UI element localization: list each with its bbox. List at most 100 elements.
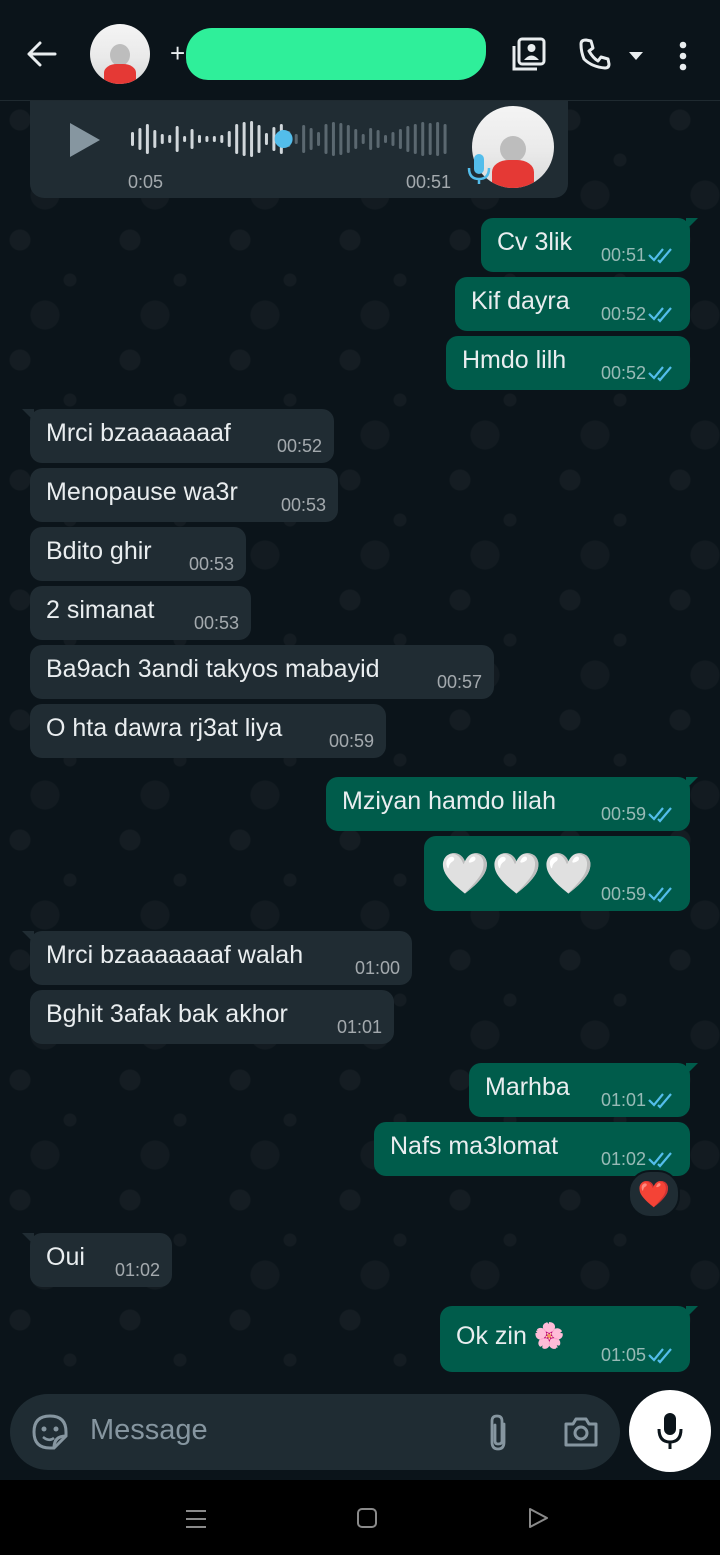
waveform-bar [153, 130, 157, 148]
message-bubble-incoming[interactable]: Bdito ghir 00:53 [30, 527, 246, 581]
message-bubble-outgoing[interactable]: Kif dayra 00:52 [455, 277, 690, 331]
waveform-bar [183, 136, 187, 142]
message-time: 00:53 [193, 613, 239, 633]
message-bubble-incoming[interactable]: Oui 01:02 [22, 1233, 172, 1287]
recents-icon[interactable] [184, 1508, 208, 1530]
contact-card-icon[interactable] [508, 34, 550, 74]
contact-avatar[interactable] [90, 24, 150, 84]
message-bubble-outgoing[interactable]: 🤍🤍🤍 00:59 [424, 836, 690, 911]
waveform-bar [398, 129, 402, 149]
waveform-bar [160, 134, 164, 144]
waveform-bar [294, 134, 298, 144]
message-time: 00:53 [280, 495, 326, 515]
back-triangle-icon[interactable] [526, 1506, 550, 1530]
voice-message-bubble[interactable]: 0:05 00:51 [30, 100, 568, 198]
message-time: 00:52 [600, 304, 646, 324]
message-bubble-outgoing[interactable]: Hmdo lilh 00:52 [446, 336, 690, 390]
waveform-bar [391, 132, 395, 146]
waveform-bar [168, 135, 172, 143]
message-bubble-outgoing[interactable]: Mziyan hamdo lilah 00:59 [326, 777, 698, 831]
home-icon[interactable] [356, 1507, 378, 1529]
message-time: 00:59 [328, 731, 374, 751]
message-time: 00:52 [276, 436, 322, 456]
waveform-bar [384, 135, 388, 143]
message-text: Marhba [485, 1073, 570, 1101]
waveform-bar [302, 125, 306, 153]
paperclip-icon[interactable] [482, 1412, 514, 1452]
message-text: Hmdo lilh [462, 346, 567, 374]
phone-prefix: + [170, 38, 186, 68]
waveform-bar [428, 123, 432, 155]
message-bubble-outgoing[interactable]: Ok zin 🌸 01:05 [440, 1306, 698, 1372]
message-text: Cv 3lik [497, 228, 573, 256]
waveform-bar [331, 122, 335, 156]
waveform-bar [421, 122, 425, 156]
waveform-bar [250, 121, 254, 157]
message-bubble-incoming[interactable]: Menopause wa3r 00:53 [30, 468, 338, 522]
playback-scrubber[interactable] [274, 130, 293, 148]
back-arrow-icon[interactable] [20, 32, 64, 76]
message-bubble-incoming[interactable]: Mrci bzaaaaaaaf 00:52 [22, 409, 334, 463]
waveform-bar [406, 126, 410, 152]
waveform-bar [190, 129, 194, 149]
waveform-bar [354, 129, 358, 149]
message-time: 01:02 [114, 1260, 160, 1280]
waveform-bar [257, 125, 261, 153]
message-input[interactable]: Message [90, 1414, 208, 1447]
message-time: 00:57 [436, 672, 482, 692]
message-time: 01:02 [600, 1149, 646, 1169]
voice-record-button[interactable] [629, 1390, 711, 1472]
message-bubble-incoming[interactable]: 2 simanat 00:53 [30, 586, 251, 640]
waveform-bar [145, 124, 149, 154]
read-receipt-icon [648, 1093, 672, 1109]
message-text: Kif dayra [471, 287, 570, 315]
message-text: Mrci bzaaaaaaaf [46, 419, 231, 447]
waveform-bar [443, 124, 447, 154]
message-time: 01:01 [600, 1090, 646, 1110]
message-text: Mrci bzaaaaaaaf walah [46, 941, 304, 969]
message-time: 00:53 [188, 554, 234, 574]
redacted-contact-name[interactable] [186, 28, 486, 80]
message-bubble-outgoing[interactable]: Marhba 01:01 [469, 1063, 698, 1117]
waveform-bar [361, 134, 365, 144]
heart-reaction[interactable]: ❤️ [628, 1170, 680, 1218]
sticker-icon[interactable] [30, 1412, 70, 1452]
message-time: 00:51 [600, 245, 646, 265]
message-text: Menopause wa3r [46, 478, 238, 506]
phone-icon[interactable] [574, 34, 616, 74]
waveform-bar [413, 124, 417, 154]
play-icon[interactable] [64, 120, 104, 160]
message-bubble-outgoing[interactable]: Nafs ma3lomat 01:02 [374, 1122, 690, 1176]
message-bubble-incoming[interactable]: O hta dawra rj3at liya 00:59 [30, 704, 386, 758]
message-text: 2 simanat [46, 596, 155, 624]
message-time: 00:52 [600, 363, 646, 383]
audio-waveform[interactable] [130, 120, 450, 158]
waveform-bar [264, 133, 268, 145]
message-text: O hta dawra rj3at liya [46, 714, 283, 742]
read-receipt-icon [648, 1348, 672, 1364]
waveform-bar [227, 131, 231, 147]
more-vert-icon[interactable] [668, 36, 698, 76]
message-time: 01:05 [600, 1345, 646, 1365]
camera-icon[interactable] [562, 1414, 600, 1450]
message-bubble-incoming[interactable]: Ba9ach 3andi takyos mabayid 00:57 [30, 645, 494, 699]
message-input-bar[interactable]: Message [10, 1394, 620, 1470]
message-text: Bdito ghir [46, 537, 152, 565]
waveform-bar [376, 130, 380, 148]
message-text: Bghit 3afak bak akhor [46, 1000, 288, 1028]
waveform-bar [175, 126, 179, 152]
message-text: Ok zin 🌸 [456, 1322, 565, 1350]
message-bubble-outgoing[interactable]: Cv 3lik 00:51 [481, 218, 698, 272]
caret-down-icon[interactable] [624, 44, 648, 68]
message-bubble-incoming[interactable]: Bghit 3afak bak akhor 01:01 [30, 990, 394, 1044]
message-time: 01:01 [336, 1017, 382, 1037]
waveform-bar [309, 128, 313, 150]
waveform-bar [131, 132, 134, 146]
waveform-bar [242, 122, 246, 156]
voice-time: 00:51 [406, 172, 452, 192]
message-bubble-incoming[interactable]: Mrci bzaaaaaaaf walah 01:00 [22, 931, 412, 985]
waveform-bar [197, 135, 201, 143]
waveform-bar [339, 123, 343, 155]
read-receipt-icon [648, 807, 672, 823]
voice-elapsed: 0:05 [128, 172, 164, 192]
